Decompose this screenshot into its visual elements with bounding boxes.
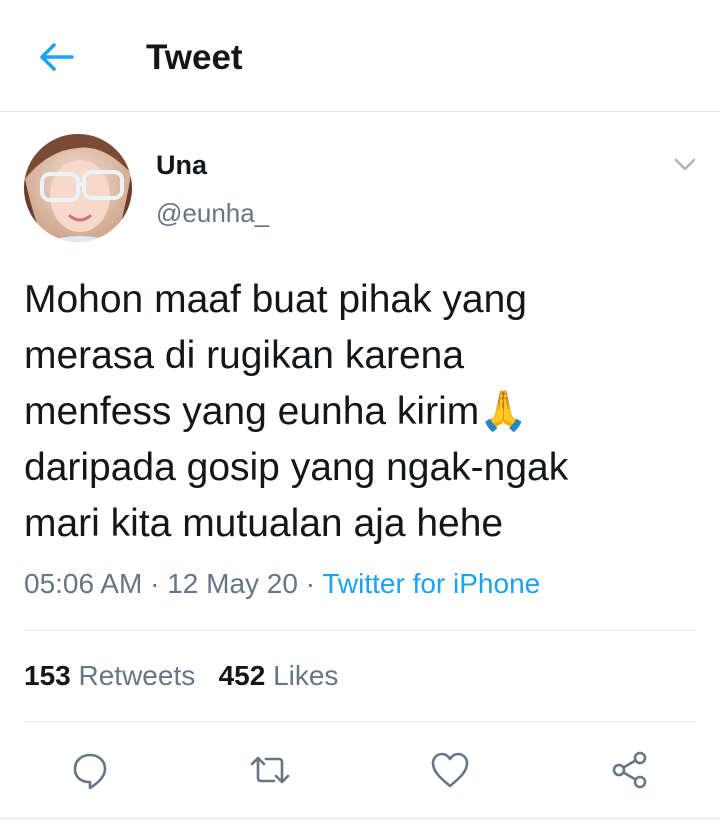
- likes-stat[interactable]: 452 Likes: [219, 660, 339, 691]
- tweet-stats: 153 Retweets 452 Likes: [24, 658, 338, 694]
- likes-label: Likes: [273, 660, 339, 691]
- page-title: Tweet: [146, 38, 243, 77]
- tweet-time: 05:06 AM: [24, 568, 143, 599]
- tweet-meta: 05:06 AM · 12 May 20 · Twitter for iPhon…: [24, 566, 540, 602]
- retweet-icon: [250, 756, 290, 784]
- retweets-stat[interactable]: 153 Retweets: [24, 660, 195, 691]
- tweet-source-link[interactable]: Twitter for iPhone: [322, 568, 540, 599]
- reply-button[interactable]: [64, 744, 116, 796]
- share-icon: [612, 751, 647, 789]
- avatar-image: [24, 134, 132, 242]
- share-button[interactable]: [604, 744, 656, 796]
- divider: [24, 630, 696, 631]
- reply-icon: [73, 753, 107, 790]
- avatar[interactable]: [24, 134, 132, 242]
- author-display-name[interactable]: Una: [156, 148, 207, 182]
- tweet-text: Mohon maaf buat pihak yang merasa di rug…: [24, 278, 569, 545]
- retweets-count: 153: [24, 660, 71, 691]
- back-button[interactable]: [30, 34, 82, 80]
- divider: [0, 818, 720, 819]
- app-header: Tweet: [0, 0, 720, 112]
- chevron-down-icon: [674, 158, 696, 171]
- like-button[interactable]: [424, 744, 476, 796]
- meta-separator: ·: [142, 568, 168, 599]
- tweet-options-button[interactable]: [668, 148, 702, 182]
- back-arrow-icon: [40, 43, 74, 71]
- tweet-date: 12 May 20: [167, 568, 298, 599]
- divider: [24, 721, 696, 722]
- retweet-button[interactable]: [244, 744, 296, 796]
- retweets-label: Retweets: [78, 660, 196, 691]
- tweet-action-bar: [0, 744, 720, 796]
- author-handle[interactable]: @eunha_: [156, 196, 269, 230]
- meta-separator: ·: [297, 568, 323, 599]
- likes-count: 452: [218, 660, 266, 691]
- like-heart-icon: [431, 752, 469, 788]
